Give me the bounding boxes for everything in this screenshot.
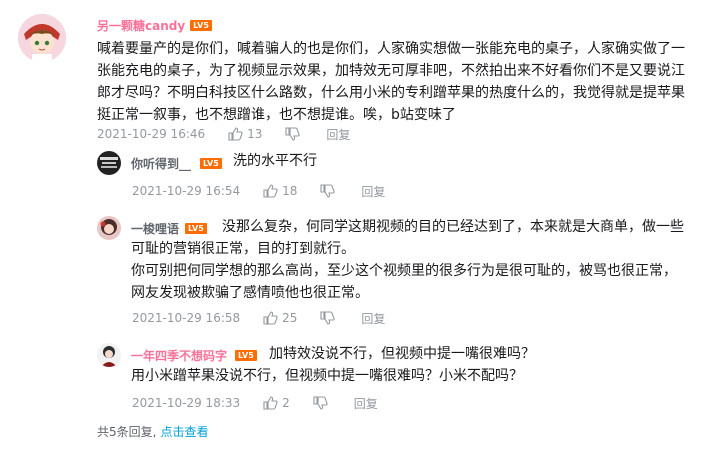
like-icon[interactable]	[227, 126, 243, 142]
reply-count-text: 共5条回复,	[97, 425, 157, 439]
dislike-icon[interactable]	[284, 126, 301, 142]
reply-text-line: 洗的水平不行	[233, 153, 317, 169]
level-badge: LV5	[200, 158, 222, 169]
reply-button[interactable]: 回复	[361, 310, 385, 327]
comment-text: 喊着要量产的是你们，喊着骗人的也是你们，人家确实想做一张能充电的桌子，人家确实做…	[97, 38, 697, 126]
reply-meta: 2021-10-29 16:54 18 回复	[132, 183, 385, 199]
reply-button[interactable]: 回复	[361, 183, 385, 200]
reply-button[interactable]: 回复	[326, 126, 350, 143]
dislike-icon[interactable]	[319, 183, 336, 199]
reply-time: 2021-10-29 16:54	[132, 184, 241, 198]
like-count: 18	[282, 184, 298, 198]
reply-text-line: 加特效没说不行，但视频中提一嘴很难吗？	[269, 346, 535, 362]
avatar[interactable]	[97, 216, 121, 240]
like-icon[interactable]	[262, 395, 278, 411]
reply-meta: 2021-10-29 16:58 25 回复	[132, 310, 385, 326]
like-icon[interactable]	[262, 183, 278, 199]
reply-text: 洗的水平不行	[233, 150, 317, 172]
level-badge: LV5	[190, 20, 212, 31]
reply-text-line: 用小米蹭苹果没说不行，但视频中提一嘴很难吗？小米不配吗？	[131, 368, 523, 384]
avatar[interactable]	[97, 343, 121, 367]
reply-time: 2021-10-29 18:33	[132, 396, 241, 410]
like-icon[interactable]	[262, 310, 278, 326]
reply-meta: 2021-10-29 18:33 2 回复	[132, 395, 378, 411]
view-more-link[interactable]: 点击查看	[160, 425, 208, 439]
like-count: 13	[247, 127, 263, 141]
like-count: 25	[282, 311, 298, 325]
comment-time: 2021-10-29 16:46	[97, 127, 206, 141]
avatar[interactable]	[18, 14, 66, 62]
comment-text-line: 挺正常一叙事，也不想蹭谁，也不想提谁。唉，b站变味了	[97, 107, 456, 123]
comment-username[interactable]: 另一颗糖candy	[97, 17, 185, 34]
comment-text-line: 喊着要量产的是你们，喊着骗人的也是你们，人家确实想做一张能充电的桌子，人家确实做…	[97, 41, 685, 57]
reply-text: 没那么复杂，何同学这期视频的目的已经达到了，本来就是大商单，做一些 可耻的营销很…	[131, 216, 701, 304]
reply-text-line: 网友发现被欺骗了感情喷他也很正常。	[131, 285, 369, 301]
comment-text-line: 张能充电的桌子，为了视频显示效果，加特效无可厚非吧，不然拍出来不好看你们不是又要…	[97, 63, 685, 79]
reply-username[interactable]: 你听得到__	[131, 155, 191, 172]
reply-text: 加特效没说不行，但视频中提一嘴很难吗？ 用小米蹭苹果没说不行，但视频中提一嘴很难…	[131, 343, 701, 387]
like-count: 2	[282, 396, 290, 410]
comment-text-line: 郎才尽吗？不明白科技区什么路数，什么用小米的专利蹭苹果的热度什么的，我觉得就是提…	[97, 85, 685, 101]
reply-text-line: 可耻的营销很正常，目的打到就行。	[131, 241, 355, 257]
comment-meta: 2021-10-29 16:46 13 回复	[97, 126, 350, 142]
avatar[interactable]	[97, 151, 121, 175]
reply-button[interactable]: 回复	[354, 395, 378, 412]
reply-text-line: 你可别把何同学想的那么高尚，至少这个视频里的很多行为是很可耻的，被骂也很正常，	[131, 263, 677, 279]
dislike-icon[interactable]	[319, 310, 336, 326]
reply-text-line: 没那么复杂，何同学这期视频的目的已经达到了，本来就是大商单，做一些	[222, 219, 684, 235]
view-more-replies: 共5条回复, 点击查看	[97, 423, 208, 440]
dislike-icon[interactable]	[312, 395, 328, 411]
reply-time: 2021-10-29 16:58	[132, 311, 241, 325]
